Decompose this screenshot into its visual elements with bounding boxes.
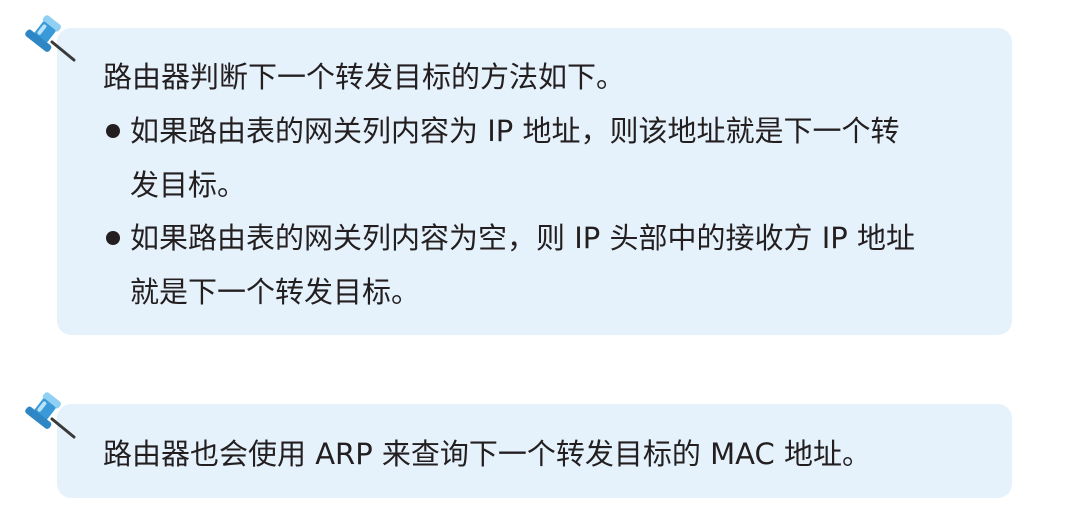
pushpin-icon (25, 15, 76, 62)
note-intro-text: 路由器判断下一个转发目标的方法如下。 (103, 60, 626, 94)
bullet-dot (106, 231, 120, 245)
bullet-1-line-1: 如果路由表的网关列内容为 IP 地址，则该地址就是下一个转 (130, 114, 900, 148)
bullet-2-line-1: 如果路由表的网关列内容为空，则 IP 头部中的接收方 IP 地址 (130, 221, 915, 255)
bullet-1-line-2: 发目标。 (130, 168, 247, 202)
bullet-2-line-2: 就是下一个转发目标。 (130, 275, 421, 309)
pushpin-icon (25, 392, 76, 439)
bullet-dot (106, 124, 120, 138)
note-arp-text: 路由器也会使用 ARP 来查询下一个转发目标的 MAC 地址。 (103, 437, 871, 471)
